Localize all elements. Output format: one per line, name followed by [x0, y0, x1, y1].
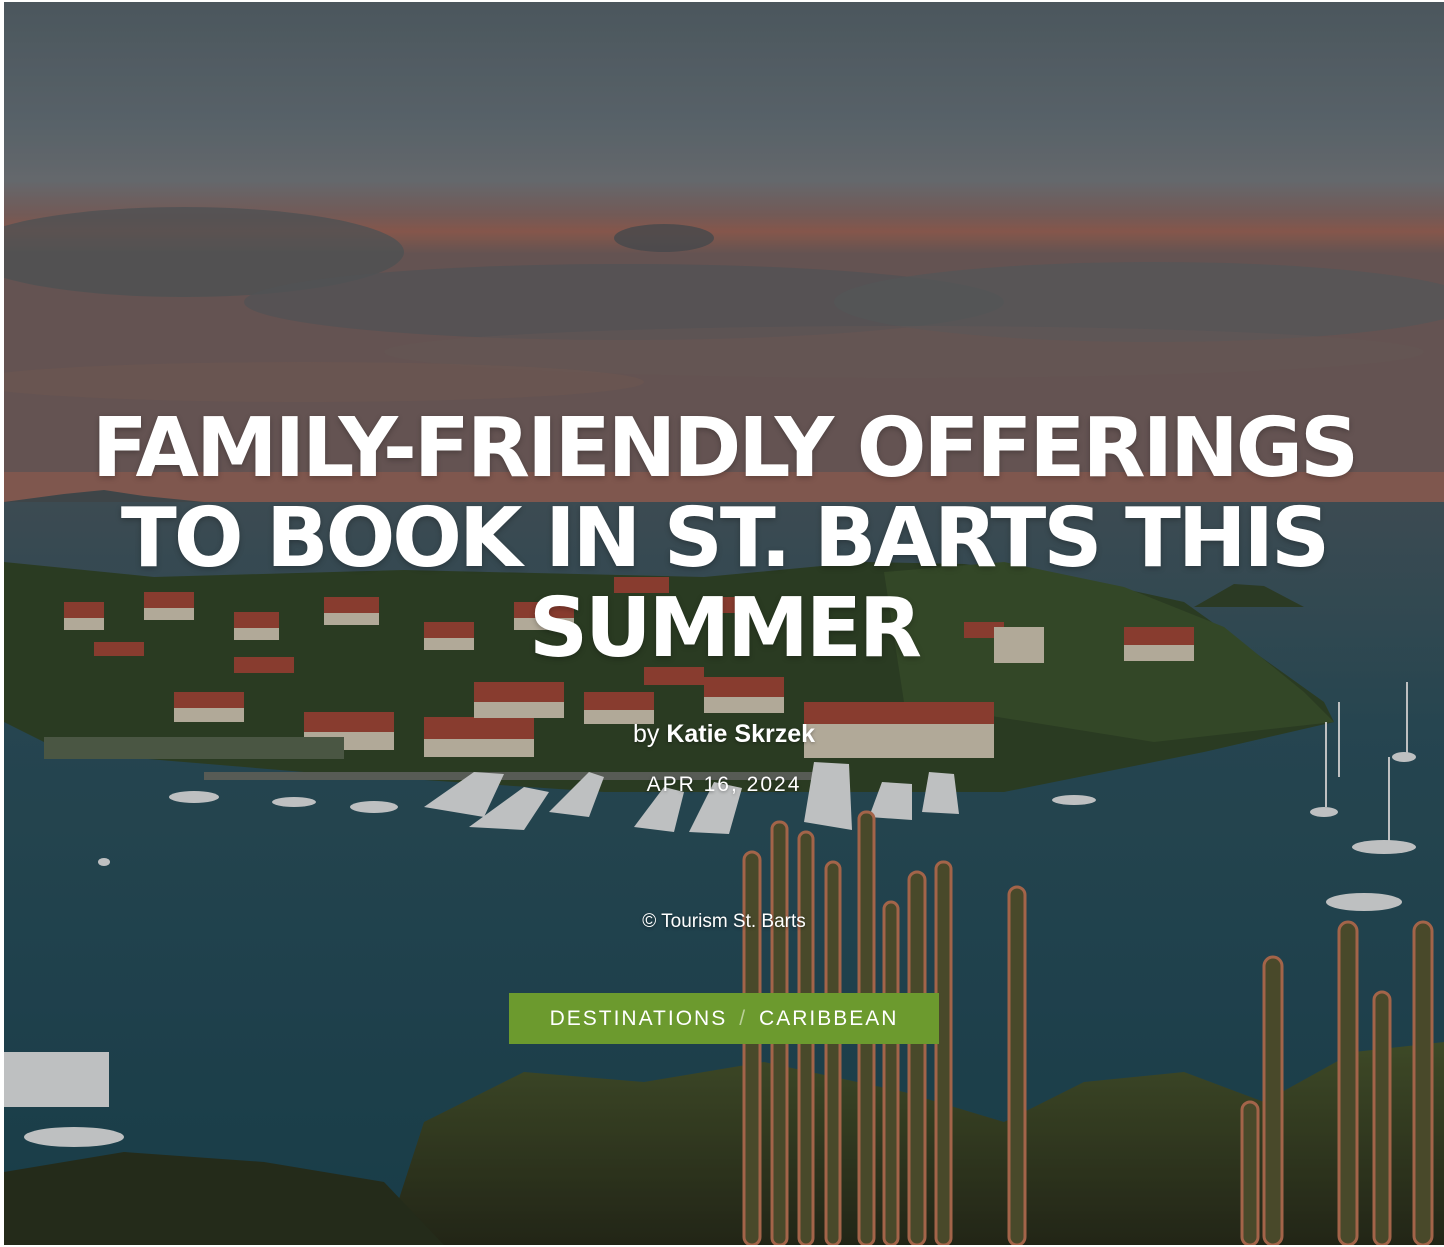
article-byline: by Katie Skrzek	[4, 718, 1444, 750]
category-link-caribbean[interactable]: CARIBBEAN	[759, 1007, 898, 1031]
byline-prefix: by	[632, 720, 660, 748]
article-date: APR 16, 2024	[646, 773, 802, 796]
category-badge: DESTINATIONS / CARIBBEAN	[509, 993, 939, 1044]
hero-section: FAMILY-FRIENDLY OFFERINGS TO BOOK IN ST.…	[4, 2, 1444, 1245]
author-link[interactable]: Katie Skrzek	[666, 720, 815, 748]
article-title: FAMILY-FRIENDLY OFFERINGS TO BOOK IN ST.…	[91, 401, 1359, 676]
category-link-destinations[interactable]: DESTINATIONS	[550, 1007, 728, 1031]
category-separator: /	[739, 1006, 748, 1030]
image-credit: © Tourism St. Barts	[642, 911, 806, 932]
